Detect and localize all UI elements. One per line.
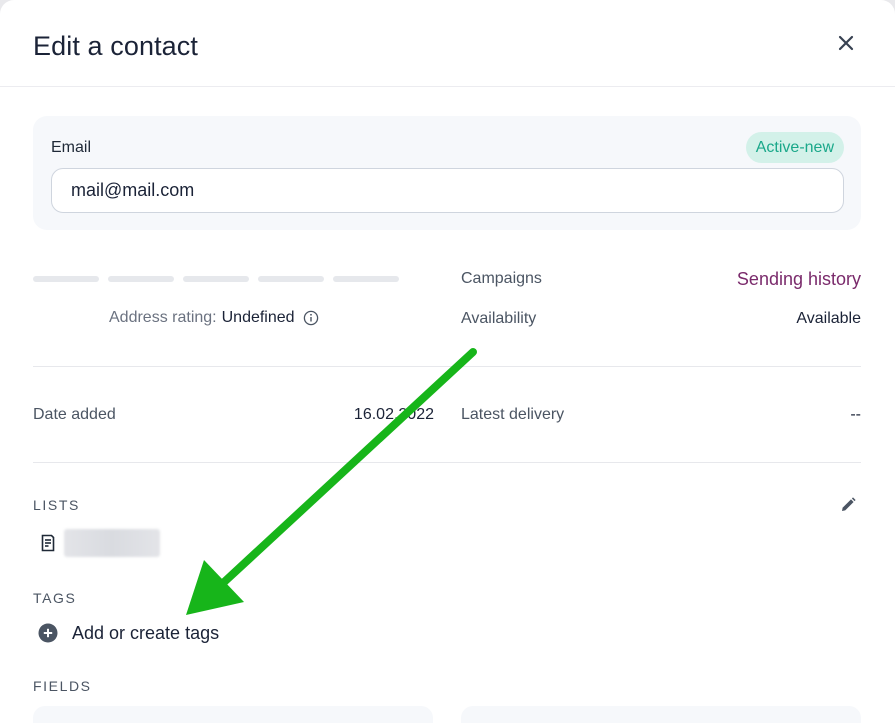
blurred-list-name [64, 529, 160, 557]
sending-history-link[interactable]: Sending history [737, 269, 861, 290]
field-card[interactable] [33, 706, 433, 723]
close-button[interactable] [834, 31, 858, 55]
availability-label: Availability [461, 310, 537, 327]
add-tags-label: Add or create tags [72, 622, 220, 643]
address-rating-value: Undefined [221, 309, 295, 326]
rating-bar [183, 276, 249, 282]
date-added-value: 16.02.2022 [353, 406, 434, 423]
tags-section-title: TAGS [33, 590, 77, 606]
email-label: Email [51, 139, 92, 156]
divider [33, 366, 861, 367]
info-icon[interactable] [303, 310, 319, 326]
rating-bar [108, 276, 174, 282]
rating-bar [333, 276, 399, 282]
campaigns-label: Campaigns [461, 270, 542, 287]
modal-title: Edit a contact [33, 31, 198, 61]
plus-circle-icon [38, 623, 58, 643]
latest-delivery-label: Latest delivery [461, 406, 565, 423]
status-badge: Active-new [745, 132, 844, 163]
list-document-icon [41, 534, 55, 552]
email-input[interactable] [51, 168, 844, 213]
address-rating-label: Address rating: [109, 309, 217, 326]
address-rating: Address rating: Undefined [109, 309, 319, 327]
edit-contact-modal: Edit a contact Email Active-new Address … [0, 0, 895, 723]
rating-bar [258, 276, 324, 282]
latest-delivery-value: -- [850, 406, 861, 423]
list-item[interactable] [40, 529, 160, 557]
add-tags-button[interactable]: Add or create tags [33, 616, 234, 650]
pencil-icon[interactable] [837, 494, 859, 516]
rating-bar [33, 276, 99, 282]
lists-section-title: LISTS [33, 497, 80, 513]
availability-value: Available [796, 310, 861, 327]
email-card: Email Active-new [33, 116, 861, 230]
field-card[interactable] [461, 706, 861, 723]
date-added-label: Date added [33, 406, 116, 423]
close-icon [838, 35, 854, 51]
divider [33, 462, 861, 463]
address-rating-bars [33, 276, 399, 284]
fields-section-title: FIELDS [33, 678, 92, 694]
modal-header: Edit a contact [0, 0, 895, 87]
